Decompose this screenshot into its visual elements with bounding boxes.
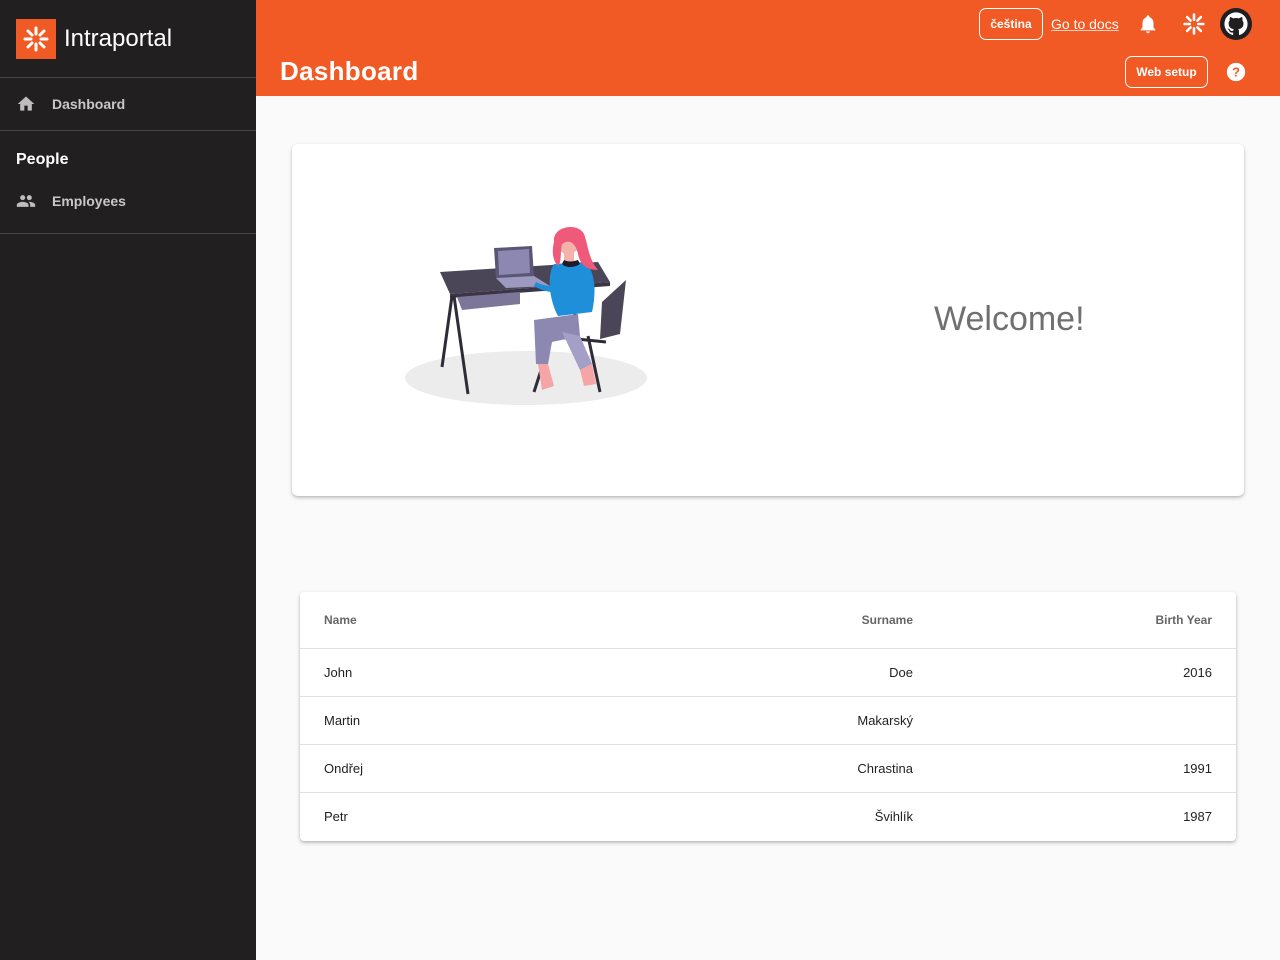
cell-name: Ondřej	[324, 761, 364, 776]
column-header-surname[interactable]: Surname	[680, 613, 913, 627]
language-button[interactable]: čeština	[979, 8, 1043, 40]
table-row[interactable]: John Doe 2016	[300, 648, 1236, 696]
table-row[interactable]: Petr Švihlík 1987	[300, 792, 1236, 840]
column-header-name[interactable]: Name	[300, 613, 680, 627]
table-row[interactable]: Martin Makarský	[300, 696, 1236, 744]
table-row[interactable]: Ondřej Chrastina 1991	[300, 744, 1236, 792]
docs-link[interactable]: Go to docs	[1051, 16, 1119, 32]
app-name: Intraportal	[64, 24, 173, 52]
cell-surname: Doe	[889, 665, 913, 680]
cell-birth-year: 1987	[1183, 809, 1212, 824]
home-icon	[16, 94, 36, 114]
github-icon[interactable]	[1220, 8, 1252, 40]
cell-surname: Švihlík	[874, 809, 913, 824]
svg-text:?: ?	[1232, 65, 1240, 80]
cell-surname: Makarský	[857, 713, 913, 728]
help-icon[interactable]: ?	[1224, 60, 1248, 84]
brand[interactable]: Intraportal	[0, 0, 256, 78]
divider	[0, 233, 256, 234]
desk-illustration	[405, 227, 647, 405]
table-header-row: Name Surname Birth Year	[300, 592, 1236, 648]
cell-birth-year: 2016	[1183, 665, 1212, 680]
cell-birth-year: 1991	[1183, 761, 1212, 776]
column-header-birth-year[interactable]: Birth Year	[913, 613, 1212, 627]
top-header: čeština Go to docs Dashboard Web setup ?	[256, 0, 1280, 96]
people-icon	[16, 191, 36, 211]
welcome-card: Welcome!	[292, 144, 1244, 496]
sidebar-item-employees[interactable]: Employees	[0, 175, 256, 227]
cell-name: John	[324, 665, 353, 680]
cell-name: Petr	[324, 809, 348, 824]
bell-icon[interactable]	[1136, 12, 1160, 36]
cell-surname: Chrastina	[857, 761, 913, 776]
sidebar-section-people: People	[16, 151, 69, 168]
welcome-text: Welcome!	[934, 300, 1085, 338]
sidebar-item-label: Employees	[52, 193, 126, 209]
asterisk-logo-icon[interactable]	[1182, 12, 1206, 36]
asterisk-logo-icon	[16, 18, 56, 59]
cell-name: Martin	[324, 713, 361, 728]
employees-table: Name Surname Birth Year John Doe 2016 Ma…	[300, 592, 1236, 841]
sidebar-item-dashboard[interactable]: Dashboard	[0, 78, 256, 130]
sidebar: Intraportal Dashboard People Employees	[0, 0, 256, 960]
web-setup-button[interactable]: Web setup	[1125, 56, 1208, 88]
page-title: Dashboard	[280, 56, 419, 86]
sidebar-item-label: Dashboard	[52, 96, 126, 112]
